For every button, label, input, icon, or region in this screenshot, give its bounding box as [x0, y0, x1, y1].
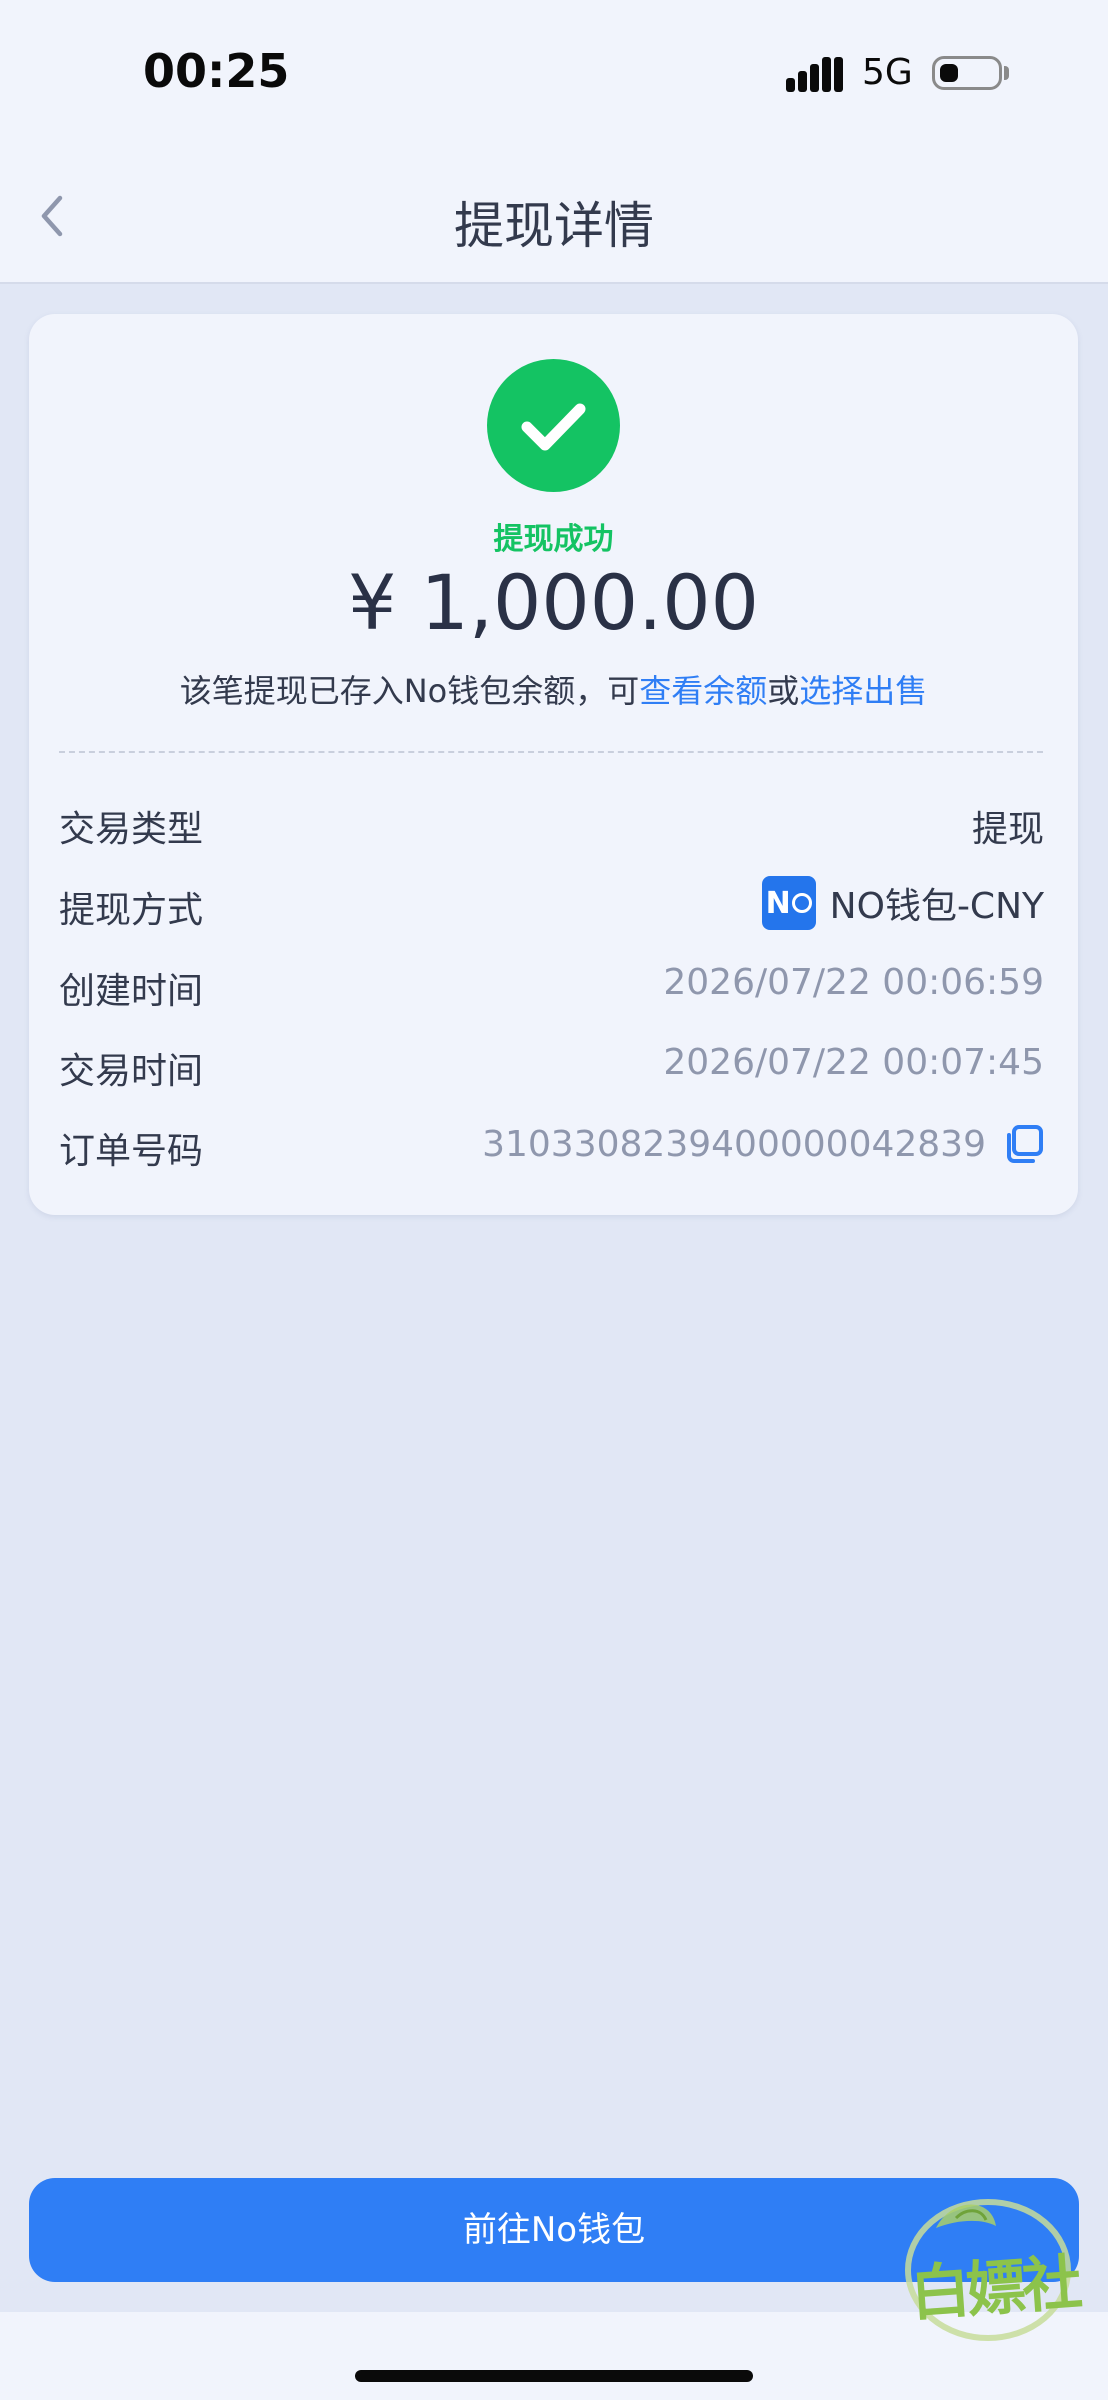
created-value: 2026/07/22 00:06:59: [663, 962, 1044, 1003]
traded-value: 2026/07/22 00:07:45: [663, 1042, 1044, 1083]
status-bar: 00:25 5G: [0, 0, 1108, 150]
type-value: 提现: [971, 809, 1044, 850]
detail-row-created: 创建时间 2026/07/22 00:06:59: [59, 954, 1044, 1014]
choose-sell-link[interactable]: 选择出售: [799, 672, 927, 710]
watermark-logo: 白嫖社: [896, 2188, 1096, 2348]
view-balance-link[interactable]: 查看余额: [639, 672, 767, 710]
method-label: 提现方式: [59, 890, 204, 931]
watermark-text: 白嫖社: [908, 2248, 1081, 2330]
detail-row-order: 订单号码 3103308239400000042839: [59, 1114, 1044, 1174]
signal-icon: [786, 57, 843, 92]
created-label: 创建时间: [59, 971, 204, 1012]
traded-label: 交易时间: [59, 1051, 204, 1092]
order-number: 3103308239400000042839: [482, 1123, 986, 1165]
page-title: 提现详情: [454, 197, 654, 255]
copy-icon[interactable]: [1004, 1124, 1044, 1164]
status-text: 提现成功: [493, 522, 614, 557]
battery-icon: [932, 56, 1002, 90]
no-wallet-logo-text: N: [765, 885, 791, 921]
battery-cap: [1004, 66, 1009, 80]
no-wallet-logo-icon: N: [761, 876, 816, 930]
nav-bar: 提现详情: [0, 150, 1108, 284]
withdrawal-detail-card: 提现成功 ¥ 1,000.00 该笔提现已存入No钱包余额，可查看余额或选择出售…: [29, 314, 1078, 1215]
method-value: N NO钱包-CNY: [761, 873, 1044, 933]
order-label: 订单号码: [59, 1131, 204, 1172]
result-note: 该笔提现已存入No钱包余额，可查看余额或选择出售: [29, 666, 1078, 712]
status-time: 00:25: [143, 44, 290, 98]
home-indicator: [355, 2370, 753, 2382]
detail-row-method: 提现方式 N NO钱包-CNY: [59, 873, 1044, 933]
success-check-icon: [487, 359, 620, 492]
dashed-divider: [59, 751, 1043, 753]
detail-row-traded: 交易时间 2026/07/22 00:07:45: [59, 1034, 1044, 1094]
type-label: 交易类型: [59, 809, 204, 850]
method-name: NO钱包-CNY: [829, 886, 1044, 927]
detail-row-type: 交易类型 提现: [59, 792, 1044, 852]
network-type: 5G: [862, 52, 913, 93]
note-or: 或: [767, 672, 800, 710]
note-text: 该笔提现已存入No钱包余额，可: [179, 672, 640, 710]
withdrawal-amount: ¥ 1,000.00: [348, 558, 759, 647]
order-value: 3103308239400000042839: [482, 1114, 1044, 1174]
